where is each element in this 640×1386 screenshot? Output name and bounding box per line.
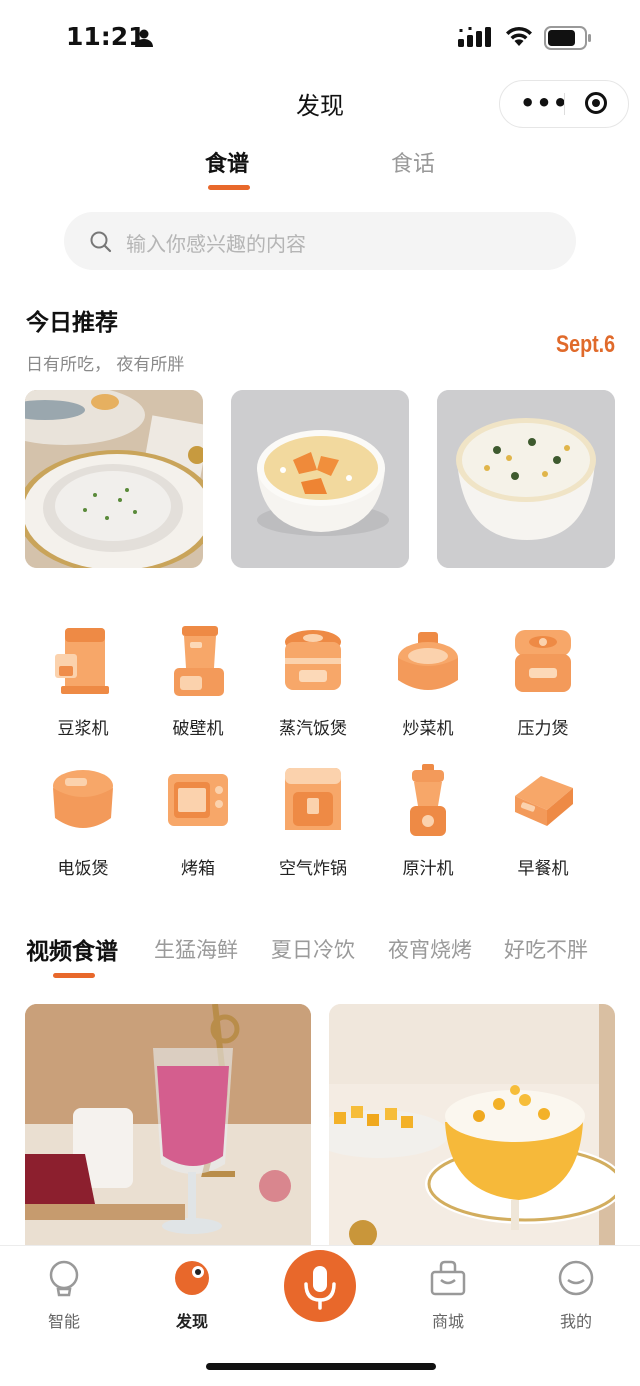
- smiley-profile-icon: [558, 1260, 594, 1296]
- home-indicator: [206, 1363, 436, 1370]
- pitaya-drink-photo: [25, 1004, 311, 1249]
- tab-seafood[interactable]: 生猛海鲜: [154, 934, 238, 964]
- section-subtitle-today: 日有所吃， 夜有所胖: [26, 355, 185, 375]
- microphone-icon: [304, 1266, 336, 1310]
- search-input[interactable]: 输入你感兴趣的内容: [126, 228, 306, 257]
- voice-button[interactable]: [284, 1250, 356, 1322]
- appliance-blender[interactable]: 破壁机: [148, 624, 248, 739]
- appliance-air-fryer[interactable]: 空气炸锅: [263, 764, 363, 879]
- active-tab-indicator: [208, 185, 250, 190]
- appliance-label: 蒸汽饭煲: [279, 719, 347, 739]
- search-icon: [90, 231, 112, 253]
- tab-label: 发现: [175, 1312, 208, 1331]
- close-target-icon[interactable]: [585, 92, 607, 114]
- appliance-slow-juicer[interactable]: 原汁机: [378, 764, 478, 879]
- appliance-oven[interactable]: 烤箱: [148, 764, 248, 879]
- appliance-rice-cooker[interactable]: 电饭煲: [33, 764, 133, 879]
- tab-label: 我的: [559, 1312, 592, 1331]
- tab-label: 智能: [47, 1312, 80, 1331]
- more-icon[interactable]: •••: [520, 91, 569, 115]
- shopping-bag-icon: [430, 1260, 466, 1296]
- tab-smart[interactable]: 智能: [24, 1260, 104, 1332]
- appliance-cooking-machine[interactable]: 炒菜机: [378, 624, 478, 739]
- steam-rice-cooker-icon: [285, 630, 341, 690]
- tab-recipes[interactable]: 食谱: [205, 146, 249, 178]
- air-fryer-icon: [285, 768, 341, 830]
- appliance-label: 空气炸锅: [279, 859, 347, 879]
- appliance-label: 豆浆机: [57, 719, 109, 739]
- appliance-label: 早餐机: [517, 859, 569, 879]
- oven-icon: [168, 774, 228, 826]
- tab-late-night-bbq[interactable]: 夜宵烧烤: [388, 934, 472, 964]
- recommend-card-soup[interactable]: [25, 390, 203, 568]
- cooking-machine-icon: [398, 632, 458, 690]
- cellular-signal-icon: [458, 27, 491, 47]
- mango-dessert-photo: [329, 1004, 615, 1249]
- person-icon: [135, 29, 153, 47]
- tab-label: 商城: [431, 1312, 464, 1331]
- appliance-steam-rice-cooker[interactable]: 蒸汽饭煲: [263, 624, 363, 739]
- video-card-pitaya-drink[interactable]: [25, 1004, 311, 1249]
- tab-healthy[interactable]: 好吃不胖: [504, 934, 588, 964]
- tab-mine[interactable]: 我的: [536, 1260, 616, 1332]
- battery-icon: [544, 26, 591, 50]
- breakfast-maker-icon: [515, 776, 573, 826]
- appliance-pressure-cooker[interactable]: 压力煲: [493, 624, 593, 739]
- appliance-label: 炒菜机: [402, 719, 454, 739]
- tab-discover[interactable]: 发现: [152, 1260, 232, 1332]
- capsule-divider: [564, 93, 565, 115]
- tab-food-talk[interactable]: 食话: [391, 146, 435, 178]
- lightbulb-icon: [49, 1260, 79, 1297]
- soymilk-maker-icon: [55, 628, 109, 694]
- mini-program-capsule: •••: [499, 80, 629, 128]
- discover-icon: [175, 1261, 209, 1295]
- recommend-card-pumpkin-porridge[interactable]: [231, 390, 409, 568]
- appliance-breakfast-maker[interactable]: 早餐机: [493, 764, 593, 879]
- appliance-label: 破壁机: [172, 719, 224, 739]
- blender-icon: [174, 626, 224, 696]
- slow-juicer-icon: [410, 764, 446, 836]
- active-video-tab-indicator: [53, 973, 95, 978]
- appliance-label: 原汁机: [402, 859, 454, 879]
- today-date: Sept.6: [556, 331, 616, 358]
- appliance-label: 电饭煲: [57, 859, 109, 879]
- pumpkin-porridge-photo: [231, 390, 409, 568]
- appliance-label: 压力煲: [517, 719, 569, 739]
- pressure-cooker-icon: [515, 630, 571, 692]
- appliance-soymilk-maker[interactable]: 豆浆机: [33, 624, 133, 739]
- wifi-icon: [506, 26, 532, 46]
- tab-summer-drinks[interactable]: 夏日冷饮: [271, 934, 355, 964]
- appliance-label: 烤箱: [181, 859, 215, 879]
- recommend-card-vegetable-porridge[interactable]: [437, 390, 615, 568]
- video-card-mango-dessert[interactable]: [329, 1004, 615, 1249]
- tab-video-recipes[interactable]: 视频食谱: [26, 932, 118, 966]
- vegetable-porridge-photo: [437, 390, 615, 568]
- rice-cooker-icon: [53, 770, 113, 828]
- section-title-today: 今日推荐: [26, 310, 118, 336]
- soup-photo: [25, 390, 203, 568]
- search-bar[interactable]: 输入你感兴趣的内容: [64, 212, 576, 270]
- tab-mall[interactable]: 商城: [408, 1260, 488, 1332]
